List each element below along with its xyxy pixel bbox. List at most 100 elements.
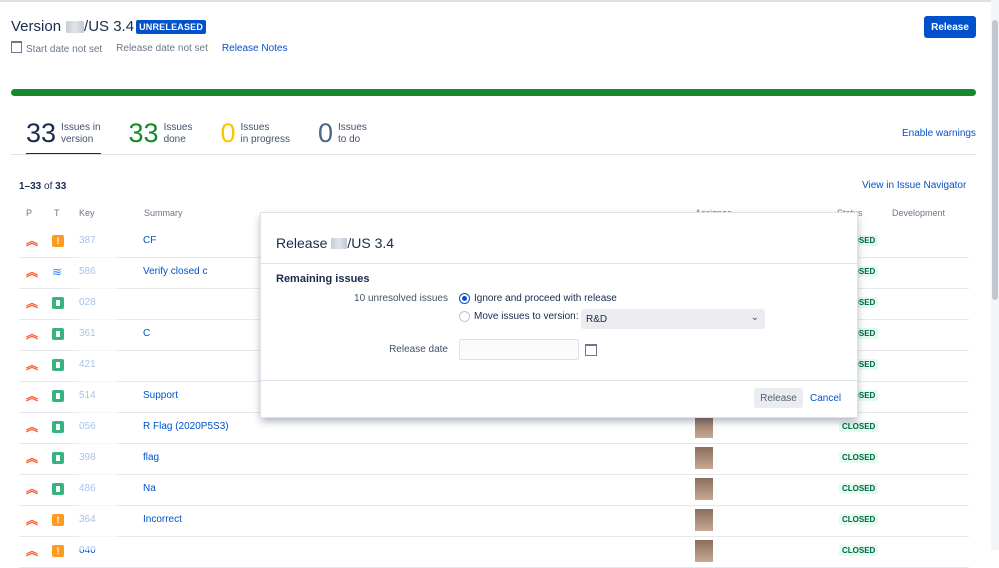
stat-label: Issues done (163, 122, 193, 145)
issue-summary[interactable]: Verify closed c (143, 266, 207, 277)
version-select[interactable]: R&D ⌄ (581, 309, 765, 329)
priority-high-icon: ︽ (26, 420, 39, 434)
status-badge: CLOSED (839, 421, 879, 432)
column-key: Key (79, 208, 95, 218)
column-priority: P (26, 208, 33, 218)
issue-type-story-icon (52, 421, 64, 433)
divider (11, 154, 976, 155)
status-badge: CLOSED (839, 452, 879, 463)
issue-summary[interactable]: R Flag (2020P5S3) (143, 421, 229, 432)
stat-issues-to-do[interactable]: 0 Issues to do (318, 118, 367, 155)
start-date-text: Start date not set (26, 44, 103, 55)
issue-summary[interactable]: Support (143, 390, 178, 401)
issue-type-bug-icon: ! (52, 514, 64, 526)
move-option-label[interactable]: Move issues to version: (474, 311, 579, 322)
avatar (695, 540, 713, 562)
stat-label: Issues in version (61, 122, 101, 145)
scrollbar-thumb[interactable] (992, 20, 998, 300)
issue-type-task-icon: ≋ (52, 265, 63, 279)
release-date-label: Release date (389, 344, 448, 355)
chevron-down-icon: ⌄ (750, 312, 759, 323)
stat-issues-done[interactable]: 33 Issues done (129, 118, 193, 155)
dialog-title: Release /US 3.4 (276, 235, 394, 251)
avatar (695, 478, 713, 500)
issue-summary[interactable]: Incorrect (143, 514, 182, 525)
view-in-issue-navigator-link[interactable]: View in Issue Navigator (862, 180, 966, 191)
redacted-keys (79, 224, 117, 550)
version-header: Version /US 3.4 UNRELEASED Start date no… (11, 18, 288, 55)
priority-high-icon: ︽ (26, 358, 39, 372)
avatar (695, 509, 713, 531)
calendar-icon[interactable] (585, 344, 597, 356)
stat-number: 33 (128, 118, 159, 148)
priority-high-icon: ︽ (26, 327, 39, 341)
stat-number: 0 (220, 118, 236, 148)
issue-type-story-icon (52, 297, 64, 309)
dialog-release-button[interactable]: Release (754, 388, 803, 408)
priority-high-icon: ︽ (26, 296, 39, 310)
enable-warnings-link[interactable]: Enable warnings (902, 128, 976, 139)
avatar (695, 416, 713, 438)
issue-type-story-icon (52, 359, 64, 371)
ignore-option-label[interactable]: Ignore and proceed with release (474, 293, 617, 304)
priority-high-icon: ︽ (26, 544, 39, 558)
progress-bar (11, 89, 976, 96)
remaining-issues-heading: Remaining issues (276, 273, 370, 285)
column-development: Development (892, 208, 946, 218)
priority-high-icon: ︽ (26, 482, 39, 496)
release-date-input[interactable] (459, 339, 579, 360)
stat-label: Issues in progress (240, 122, 290, 145)
column-summary: Summary (144, 208, 183, 218)
release-dialog: Release /US 3.4 Remaining issues 10 unre… (261, 213, 857, 417)
issue-count: 1–33 of 33 (19, 181, 67, 192)
issue-type-story-icon (52, 452, 64, 464)
page-scrollbar[interactable] (991, 0, 999, 550)
cancel-link[interactable]: Cancel (810, 393, 841, 404)
status-badge: CLOSED (839, 514, 879, 525)
title-suffix: /US 3.4 (84, 18, 135, 35)
release-notes-link[interactable]: Release Notes (222, 43, 288, 54)
release-date: Release date not set (116, 42, 208, 54)
title-prefix: Version (11, 18, 62, 35)
status-badge: CLOSED (839, 545, 879, 556)
issue-summary[interactable]: CF (143, 235, 156, 246)
status-badge: CLOSED (839, 483, 879, 494)
page-title: Version /US 3.4 UNRELEASED (11, 18, 288, 35)
version-select-value: R&D (586, 314, 608, 325)
ignore-radio[interactable] (459, 293, 470, 304)
top-border (0, 0, 999, 2)
column-type: T (54, 208, 60, 218)
unresolved-issues-label: 10 unresolved issues (354, 293, 448, 304)
issue-type-story-icon (52, 390, 64, 402)
issue-summary[interactable]: flag (143, 452, 159, 463)
table-row[interactable]: ︽398flagCLOSED (19, 443, 969, 475)
dialog-title-suffix: /US 3.4 (347, 235, 395, 251)
table-row[interactable]: ︽! 040 CLOSED (19, 536, 969, 568)
dialog-divider (261, 263, 857, 264)
issue-summary[interactable]: Na (143, 483, 156, 494)
start-date: Start date not set (11, 41, 102, 55)
stat-issues-in-progress[interactable]: 0 Issues in progress (220, 118, 290, 155)
issue-stats: 33 Issues in version 33 Issues done 0 Issu… (26, 118, 395, 155)
issue-type-bug-icon: ! (52, 545, 64, 557)
version-meta: Start date not set Release date not set … (11, 41, 288, 55)
calendar-icon (11, 41, 22, 53)
issue-type-story-icon (52, 328, 64, 340)
priority-high-icon: ︽ (26, 389, 39, 403)
dialog-divider (261, 380, 857, 381)
move-radio[interactable] (459, 311, 470, 322)
release-button[interactable]: Release (924, 16, 976, 38)
stat-number: 0 (317, 118, 333, 148)
table-row[interactable]: ︽486NaCLOSED (19, 474, 969, 506)
issue-type-story-icon (52, 483, 64, 495)
avatar (695, 447, 713, 469)
status-badge: UNRELEASED (136, 19, 207, 34)
dialog-title-prefix: Release (276, 235, 328, 251)
stat-number: 33 (26, 118, 57, 148)
redacted-text (66, 20, 85, 33)
stat-issues-in-version[interactable]: 33 Issues in version (26, 118, 101, 155)
priority-high-icon: ︽ (26, 513, 39, 527)
table-row[interactable]: ︽!364IncorrectCLOSED (19, 505, 969, 537)
stat-label: Issues to do (338, 122, 367, 145)
issue-summary[interactable]: C (143, 328, 150, 339)
